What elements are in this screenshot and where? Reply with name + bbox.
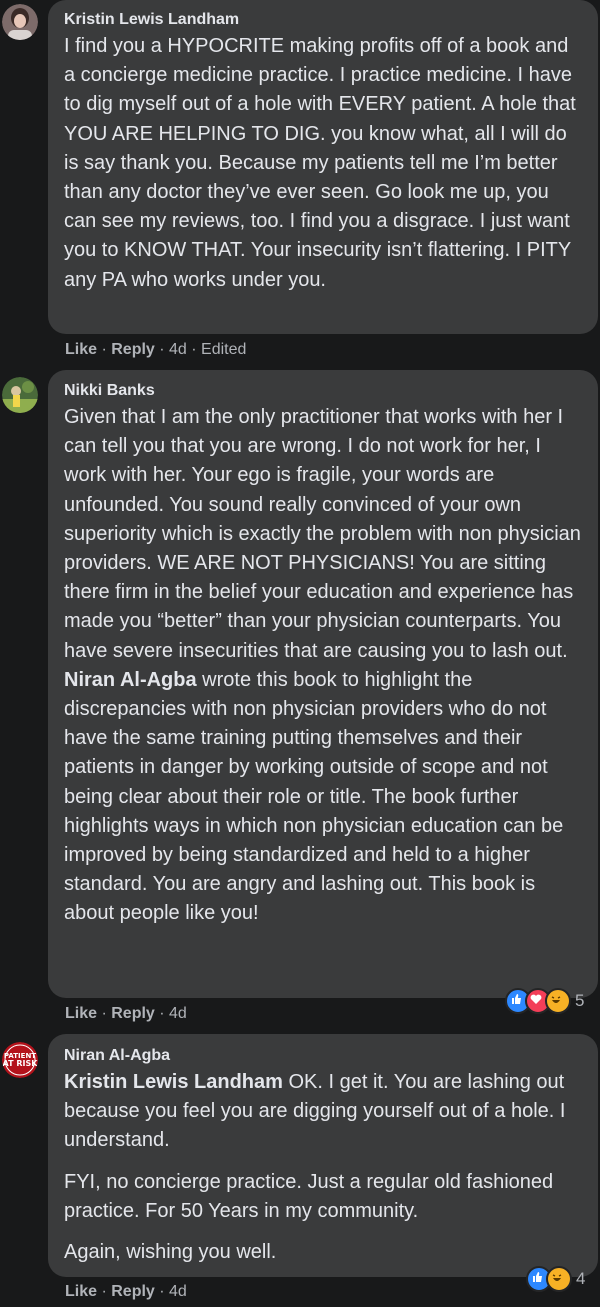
- separator: ·: [154, 1005, 170, 1022]
- svg-text:AT RISK: AT RISK: [3, 1059, 38, 1068]
- comment-paragraph: FYI, no concierge practice. Just a regul…: [64, 1170, 554, 1222]
- mention-link[interactable]: Kristin Lewis Landham: [64, 1071, 283, 1093]
- comment-bubble: Kristin Lewis Landham I find you a HYPOC…: [48, 0, 598, 334]
- comment-timestamp[interactable]: 4d: [169, 1005, 187, 1022]
- separator: ·: [154, 341, 170, 358]
- separator: ·: [97, 341, 112, 358]
- reaction-count: 5: [575, 991, 585, 1010]
- comment-paragraph: Kristin Lewis Landham OK. I get it. You …: [64, 1068, 584, 1156]
- comment-text: Kristin Lewis Landham OK. I get it. You …: [64, 1068, 584, 1267]
- comment-text-part: wrote this book to highlight the discrep…: [64, 668, 564, 925]
- reaction-count: 4: [576, 1269, 586, 1288]
- edited-label[interactable]: Edited: [201, 341, 246, 358]
- haha-reaction-icon: [545, 988, 571, 1014]
- comment-actions: Like · Reply · 4d: [65, 1282, 187, 1302]
- like-button[interactable]: Like: [65, 1005, 97, 1022]
- avatar-nikki[interactable]: [2, 377, 38, 413]
- mention-link[interactable]: Niran Al-Agba: [64, 669, 197, 691]
- comment-author[interactable]: Niran Al-Agba: [64, 1046, 584, 1066]
- comment-timestamp[interactable]: 4d: [169, 1283, 187, 1300]
- separator: ·: [97, 1283, 112, 1300]
- comment-text: Given that I am the only practitioner th…: [64, 403, 584, 929]
- comment-text-part: Given that I am the only practitioner th…: [64, 406, 581, 662]
- separator: ·: [154, 1283, 170, 1300]
- like-button[interactable]: Like: [65, 1283, 97, 1300]
- avatar-kristin[interactable]: [2, 4, 38, 40]
- comment-paragraph: Again, wishing you well.: [64, 1241, 277, 1264]
- reaction-summary[interactable]: 5: [505, 988, 584, 1014]
- like-button[interactable]: Like: [65, 341, 97, 358]
- reaction-summary[interactable]: 4: [526, 1266, 585, 1292]
- reply-button[interactable]: Reply: [111, 341, 155, 358]
- haha-reaction-icon: [546, 1266, 572, 1292]
- comment-paragraph: Given that I am the only practitioner th…: [64, 403, 584, 929]
- comment-actions: Like · Reply · 4d · Edited: [65, 340, 246, 360]
- comment-bubble: Nikki Banks Given that I am the only pra…: [48, 370, 598, 998]
- comment-timestamp[interactable]: 4d: [169, 341, 187, 358]
- comment-paragraph: I find you a HYPOCRITE making profits of…: [64, 35, 576, 291]
- comment-actions: Like · Reply · 4d: [65, 1004, 187, 1024]
- comment-text: I find you a HYPOCRITE making profits of…: [64, 32, 584, 295]
- comment-author[interactable]: Nikki Banks: [64, 381, 584, 401]
- avatar-niran[interactable]: PATIENT AT RISK: [2, 1042, 38, 1078]
- comment-author[interactable]: Kristin Lewis Landham: [64, 10, 584, 30]
- separator: ·: [186, 341, 202, 358]
- reply-button[interactable]: Reply: [111, 1283, 155, 1300]
- comment-bubble: Niran Al-Agba Kristin Lewis Landham OK. …: [48, 1034, 598, 1277]
- separator: ·: [97, 1005, 112, 1022]
- reply-button[interactable]: Reply: [111, 1005, 155, 1022]
